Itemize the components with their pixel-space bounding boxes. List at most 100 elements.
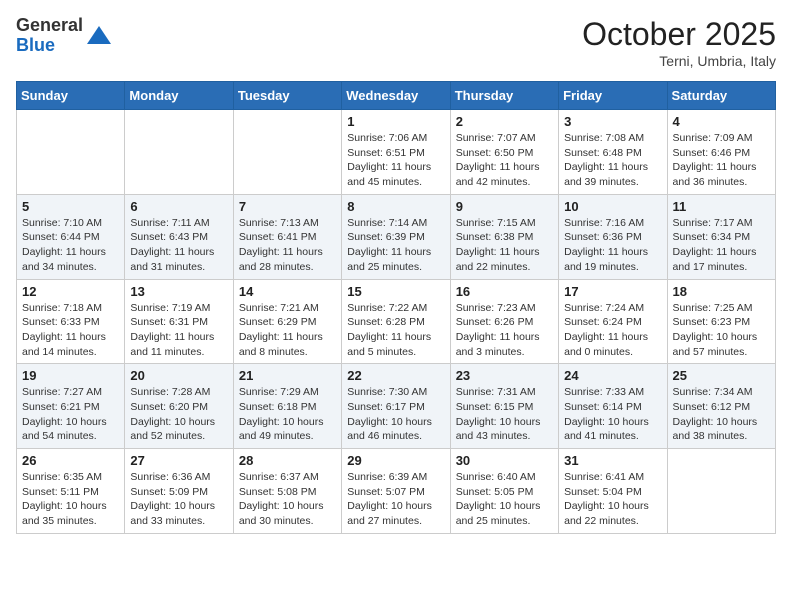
day-info: Sunrise: 6:41 AM Sunset: 5:04 PM Dayligh… <box>564 470 661 529</box>
day-info: Sunrise: 7:31 AM Sunset: 6:15 PM Dayligh… <box>456 385 553 444</box>
weekday-header-monday: Monday <box>125 82 233 110</box>
calendar-cell: 5Sunrise: 7:10 AM Sunset: 6:44 PM Daylig… <box>17 194 125 279</box>
day-info: Sunrise: 6:40 AM Sunset: 5:05 PM Dayligh… <box>456 470 553 529</box>
calendar-cell: 22 Sunrise: 7:30 AM Sunset: 6:17 PM Dayli… <box>342 364 450 449</box>
day-info: Sunrise: 7:13 AM Sunset: 6:41 PM Dayligh… <box>239 216 336 275</box>
location: Terni, Umbria, Italy <box>582 53 776 69</box>
day-number: 21 <box>239 368 336 383</box>
logo-icon <box>85 22 113 50</box>
logo: General Blue <box>16 16 113 56</box>
calendar-cell: 21 Sunrise: 7:29 AM Sunset: 6:18 PM Dayli… <box>233 364 341 449</box>
day-number: 30 <box>456 453 553 468</box>
weekday-header-sunday: Sunday <box>17 82 125 110</box>
day-number: 4 <box>673 114 770 129</box>
weekday-header-tuesday: Tuesday <box>233 82 341 110</box>
day-info: Sunrise: 7:11 AM Sunset: 6:43 PM Dayligh… <box>130 216 227 275</box>
calendar-cell: 4 Sunrise: 7:09 AM Sunset: 6:46 PM Daylig… <box>667 110 775 195</box>
day-number: 31 <box>564 453 661 468</box>
calendar-cell: 18 Sunrise: 7:25 AM Sunset: 6:23 PM Dayli… <box>667 279 775 364</box>
calendar-cell: 2Sunrise: 7:07 AM Sunset: 6:50 PM Daylig… <box>450 110 558 195</box>
weekday-header-wednesday: Wednesday <box>342 82 450 110</box>
day-number: 5 <box>22 199 119 214</box>
day-number: 25 <box>673 368 770 383</box>
calendar-cell: 17Sunrise: 7:24 AM Sunset: 6:24 PM Dayli… <box>559 279 667 364</box>
calendar-cell: 29Sunrise: 6:39 AM Sunset: 5:07 PM Dayli… <box>342 449 450 534</box>
weekday-header-saturday: Saturday <box>667 82 775 110</box>
calendar-cell: 25 Sunrise: 7:34 AM Sunset: 6:12 PM Dayli… <box>667 364 775 449</box>
day-number: 12 <box>22 284 119 299</box>
calendar-cell: 23 Sunrise: 7:31 AM Sunset: 6:15 PM Dayli… <box>450 364 558 449</box>
day-number: 13 <box>130 284 227 299</box>
day-number: 1 <box>347 114 444 129</box>
day-number: 22 <box>347 368 444 383</box>
calendar-cell: 11 Sunrise: 7:17 AM Sunset: 6:34 PM Dayli… <box>667 194 775 279</box>
calendar-cell: 27Sunrise: 6:36 AM Sunset: 5:09 PM Dayli… <box>125 449 233 534</box>
day-number: 10 <box>564 199 661 214</box>
calendar-cell: 16Sunrise: 7:23 AM Sunset: 6:26 PM Dayli… <box>450 279 558 364</box>
day-number: 15 <box>347 284 444 299</box>
day-number: 23 <box>456 368 553 383</box>
day-info: Sunrise: 7:28 AM Sunset: 6:20 PM Dayligh… <box>130 385 227 444</box>
day-number: 7 <box>239 199 336 214</box>
calendar-cell: 1 Sunrise: 7:06 AM Sunset: 6:51 PM Daylig… <box>342 110 450 195</box>
weekday-header-friday: Friday <box>559 82 667 110</box>
calendar-cell <box>17 110 125 195</box>
calendar-week-row: 26Sunrise: 6:35 AM Sunset: 5:11 PM Dayli… <box>17 449 776 534</box>
day-number: 8 <box>347 199 444 214</box>
calendar-cell <box>125 110 233 195</box>
month-title: October 2025 <box>582 16 776 53</box>
page-header: General Blue October 2025 Terni, Umbria,… <box>16 16 776 69</box>
day-info: Sunrise: 7:16 AM Sunset: 6:36 PM Dayligh… <box>564 216 661 275</box>
day-info: Sunrise: 7:23 AM Sunset: 6:26 PM Dayligh… <box>456 301 553 360</box>
day-info: Sunrise: 7:30 AM Sunset: 6:17 PM Dayligh… <box>347 385 444 444</box>
calendar-cell: 24 Sunrise: 7:33 AM Sunset: 6:14 PM Dayli… <box>559 364 667 449</box>
calendar-cell: 13Sunrise: 7:19 AM Sunset: 6:31 PM Dayli… <box>125 279 233 364</box>
calendar-cell: 31 Sunrise: 6:41 AM Sunset: 5:04 PM Dayli… <box>559 449 667 534</box>
day-number: 27 <box>130 453 227 468</box>
calendar-cell: 28 Sunrise: 6:37 AM Sunset: 5:08 PM Dayli… <box>233 449 341 534</box>
day-info: Sunrise: 7:15 AM Sunset: 6:38 PM Dayligh… <box>456 216 553 275</box>
day-number: 28 <box>239 453 336 468</box>
calendar-cell: 10 Sunrise: 7:16 AM Sunset: 6:36 PM Dayli… <box>559 194 667 279</box>
day-info: Sunrise: 7:21 AM Sunset: 6:29 PM Dayligh… <box>239 301 336 360</box>
day-info: Sunrise: 7:14 AM Sunset: 6:39 PM Dayligh… <box>347 216 444 275</box>
day-number: 11 <box>673 199 770 214</box>
day-info: Sunrise: 7:34 AM Sunset: 6:12 PM Dayligh… <box>673 385 770 444</box>
weekday-header-thursday: Thursday <box>450 82 558 110</box>
calendar-cell: 7 Sunrise: 7:13 AM Sunset: 6:41 PM Daylig… <box>233 194 341 279</box>
day-info: Sunrise: 7:25 AM Sunset: 6:23 PM Dayligh… <box>673 301 770 360</box>
calendar-cell: 6 Sunrise: 7:11 AM Sunset: 6:43 PM Daylig… <box>125 194 233 279</box>
day-info: Sunrise: 7:18 AM Sunset: 6:33 PM Dayligh… <box>22 301 119 360</box>
day-number: 18 <box>673 284 770 299</box>
day-number: 6 <box>130 199 227 214</box>
day-info: Sunrise: 7:24 AM Sunset: 6:24 PM Dayligh… <box>564 301 661 360</box>
calendar-cell: 12 Sunrise: 7:18 AM Sunset: 6:33 PM Dayli… <box>17 279 125 364</box>
calendar-cell <box>667 449 775 534</box>
day-info: Sunrise: 7:07 AM Sunset: 6:50 PM Dayligh… <box>456 131 553 190</box>
calendar-cell: 14Sunrise: 7:21 AM Sunset: 6:29 PM Dayli… <box>233 279 341 364</box>
calendar-cell: 9Sunrise: 7:15 AM Sunset: 6:38 PM Daylig… <box>450 194 558 279</box>
day-info: Sunrise: 7:27 AM Sunset: 6:21 PM Dayligh… <box>22 385 119 444</box>
day-number: 19 <box>22 368 119 383</box>
day-number: 3 <box>564 114 661 129</box>
calendar-cell <box>233 110 341 195</box>
day-info: Sunrise: 7:33 AM Sunset: 6:14 PM Dayligh… <box>564 385 661 444</box>
day-info: Sunrise: 7:22 AM Sunset: 6:28 PM Dayligh… <box>347 301 444 360</box>
logo-general: General <box>16 16 83 36</box>
day-number: 24 <box>564 368 661 383</box>
calendar-table: SundayMondayTuesdayWednesdayThursdayFrid… <box>16 81 776 534</box>
day-info: Sunrise: 7:09 AM Sunset: 6:46 PM Dayligh… <box>673 131 770 190</box>
day-info: Sunrise: 6:35 AM Sunset: 5:11 PM Dayligh… <box>22 470 119 529</box>
weekday-header-row: SundayMondayTuesdayWednesdayThursdayFrid… <box>17 82 776 110</box>
calendar-week-row: 12 Sunrise: 7:18 AM Sunset: 6:33 PM Dayli… <box>17 279 776 364</box>
day-info: Sunrise: 6:37 AM Sunset: 5:08 PM Dayligh… <box>239 470 336 529</box>
day-info: Sunrise: 7:17 AM Sunset: 6:34 PM Dayligh… <box>673 216 770 275</box>
calendar-cell: 30 Sunrise: 6:40 AM Sunset: 5:05 PM Dayli… <box>450 449 558 534</box>
calendar-cell: 26Sunrise: 6:35 AM Sunset: 5:11 PM Dayli… <box>17 449 125 534</box>
calendar-cell: 20Sunrise: 7:28 AM Sunset: 6:20 PM Dayli… <box>125 364 233 449</box>
calendar-cell: 19 Sunrise: 7:27 AM Sunset: 6:21 PM Dayli… <box>17 364 125 449</box>
calendar-cell: 8 Sunrise: 7:14 AM Sunset: 6:39 PM Daylig… <box>342 194 450 279</box>
day-info: Sunrise: 6:39 AM Sunset: 5:07 PM Dayligh… <box>347 470 444 529</box>
day-info: Sunrise: 7:29 AM Sunset: 6:18 PM Dayligh… <box>239 385 336 444</box>
day-info: Sunrise: 7:06 AM Sunset: 6:51 PM Dayligh… <box>347 131 444 190</box>
